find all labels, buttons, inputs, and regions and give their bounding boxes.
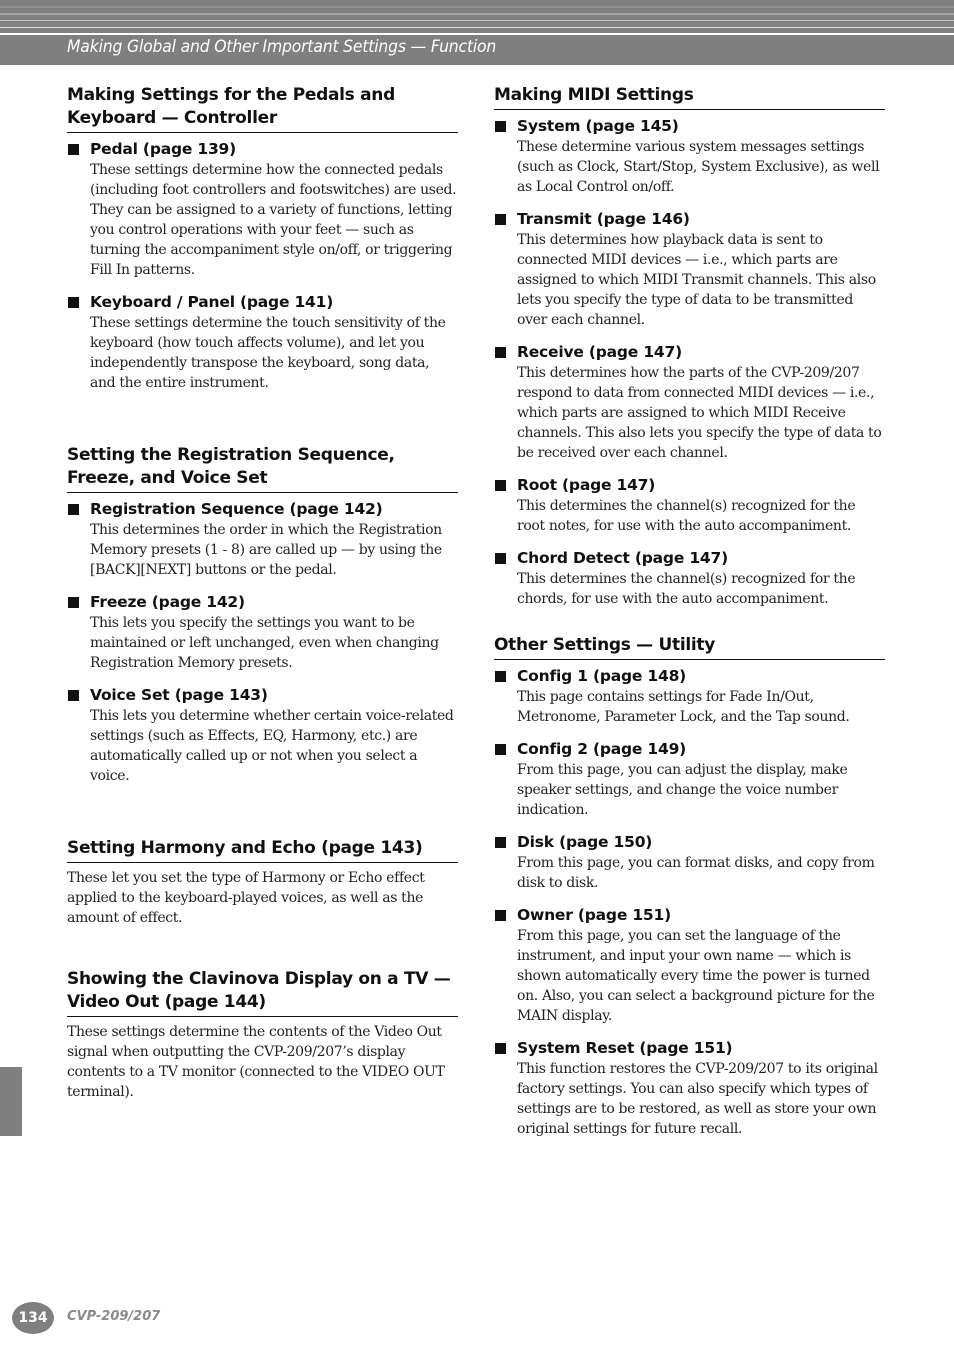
item-receive: Receive (page 147) This determines how t… xyxy=(494,341,885,463)
header-rule xyxy=(0,6,954,8)
section-title: Showing the Clavinova Display on a TV — … xyxy=(67,968,458,1017)
item-config-2: Config 2 (page 149) From this page, you … xyxy=(494,738,885,820)
item-voice-set: Voice Set (page 143) This lets you deter… xyxy=(67,684,458,786)
item-body: This determines the channel(s) recognize… xyxy=(517,498,856,534)
item-body: These settings determine the touch sensi… xyxy=(90,315,446,391)
right-column: Making MIDI Settings System (page 145) T… xyxy=(494,84,885,1150)
item-pedal: Pedal (page 139) These settings determin… xyxy=(67,138,458,280)
square-bullet-icon xyxy=(68,503,79,515)
item-keyboard-panel: Keyboard / Panel (page 141) These settin… xyxy=(67,291,458,393)
item-freeze: Freeze (page 142) This lets you specify … xyxy=(67,591,458,673)
item-heading: Voice Set (page 143) xyxy=(90,686,268,704)
item-body: From this page, you can set the language… xyxy=(517,928,875,1024)
item-heading: Owner (page 151) xyxy=(517,906,671,924)
item-heading: Config 1 (page 148) xyxy=(517,667,687,685)
section-registration: Setting the Registration Sequence, Freez… xyxy=(67,444,458,786)
header-title: Making Global and Other Important Settin… xyxy=(67,37,497,57)
left-column: Making Settings for the Pedals and Keybo… xyxy=(67,84,458,1102)
item-owner: Owner (page 151) From this page, you can… xyxy=(494,904,885,1026)
header-rule xyxy=(0,27,954,28)
header-rule xyxy=(0,13,954,15)
item-body: This lets you determine whether certain … xyxy=(90,708,454,784)
item-disk: Disk (page 150) From this page, you can … xyxy=(494,831,885,893)
item-heading: Transmit (page 146) xyxy=(517,210,690,228)
item-system-reset: System Reset (page 151) This function re… xyxy=(494,1037,885,1139)
section-utility: Other Settings — Utility Config 1 (page … xyxy=(494,634,885,1139)
square-bullet-icon xyxy=(495,836,506,848)
item-body: This determines the order in which the R… xyxy=(90,522,442,578)
item-registration-sequence: Registration Sequence (page 142) This de… xyxy=(67,498,458,580)
item-body: These determine various system messages … xyxy=(517,139,880,195)
item-root: Root (page 147) This determines the chan… xyxy=(494,474,885,536)
section-midi: Making MIDI Settings System (page 145) T… xyxy=(494,84,885,609)
square-bullet-icon xyxy=(68,596,79,608)
section-video-out: Showing the Clavinova Display on a TV — … xyxy=(67,968,458,1102)
page-number-badge: 134 xyxy=(12,1302,54,1334)
square-bullet-icon xyxy=(495,909,506,921)
section-title: Other Settings — Utility xyxy=(494,634,885,660)
item-body: This determines how the parts of the CVP… xyxy=(517,365,882,461)
page-header: Making Global and Other Important Settin… xyxy=(0,0,954,65)
square-bullet-icon xyxy=(68,143,79,155)
item-body: This lets you specify the settings you w… xyxy=(90,615,439,671)
item-body: This page contains settings for Fade In/… xyxy=(517,689,850,725)
item-config-1: Config 1 (page 148) This page contains s… xyxy=(494,665,885,727)
header-rule xyxy=(0,20,954,21)
item-heading: Keyboard / Panel (page 141) xyxy=(90,293,334,311)
item-system: System (page 145) These determine variou… xyxy=(494,115,885,197)
section-title: Making MIDI Settings xyxy=(494,84,885,110)
square-bullet-icon xyxy=(68,296,79,308)
item-heading: Registration Sequence (page 142) xyxy=(90,500,383,518)
square-bullet-icon xyxy=(495,670,506,682)
item-heading: Root (page 147) xyxy=(517,476,656,494)
item-body: From this page, you can format disks, an… xyxy=(517,855,875,891)
square-bullet-icon xyxy=(495,120,506,132)
item-body: These settings determine how the connect… xyxy=(90,162,457,278)
square-bullet-icon xyxy=(495,743,506,755)
item-heading: Chord Detect (page 147) xyxy=(517,549,728,567)
chapter-side-tab xyxy=(0,1067,22,1136)
model-label: CVP-209/207 xyxy=(67,1309,161,1324)
item-heading: Freeze (page 142) xyxy=(90,593,245,611)
item-body: This determines how playback data is sen… xyxy=(517,232,876,328)
section-controller: Making Settings for the Pedals and Keybo… xyxy=(67,84,458,393)
square-bullet-icon xyxy=(68,689,79,701)
item-heading: Pedal (page 139) xyxy=(90,140,237,158)
header-rule xyxy=(0,33,954,35)
section-harmony-echo: Setting Harmony and Echo (page 143) Thes… xyxy=(67,837,458,928)
item-transmit: Transmit (page 146) This determines how … xyxy=(494,208,885,330)
item-heading: Receive (page 147) xyxy=(517,343,682,361)
square-bullet-icon xyxy=(495,552,506,564)
item-chord-detect: Chord Detect (page 147) This determines … xyxy=(494,547,885,609)
section-title: Setting Harmony and Echo (page 143) xyxy=(67,837,458,863)
square-bullet-icon xyxy=(495,213,506,225)
square-bullet-icon xyxy=(495,1042,506,1054)
item-body: From this page, you can adjust the displ… xyxy=(517,762,848,818)
section-body: These settings determine the contents of… xyxy=(67,1024,445,1100)
item-body: This function restores the CVP-209/207 t… xyxy=(517,1061,878,1137)
section-title: Setting the Registration Sequence, Freez… xyxy=(67,444,458,493)
item-heading: System (page 145) xyxy=(517,117,679,135)
item-heading: Config 2 (page 149) xyxy=(517,740,687,758)
square-bullet-icon xyxy=(495,346,506,358)
item-body: This determines the channel(s) recognize… xyxy=(517,571,856,607)
square-bullet-icon xyxy=(495,479,506,491)
section-title: Making Settings for the Pedals and Keybo… xyxy=(67,84,458,133)
item-heading: System Reset (page 151) xyxy=(517,1039,733,1057)
item-heading: Disk (page 150) xyxy=(517,833,653,851)
section-body: These let you set the type of Harmony or… xyxy=(67,870,425,926)
